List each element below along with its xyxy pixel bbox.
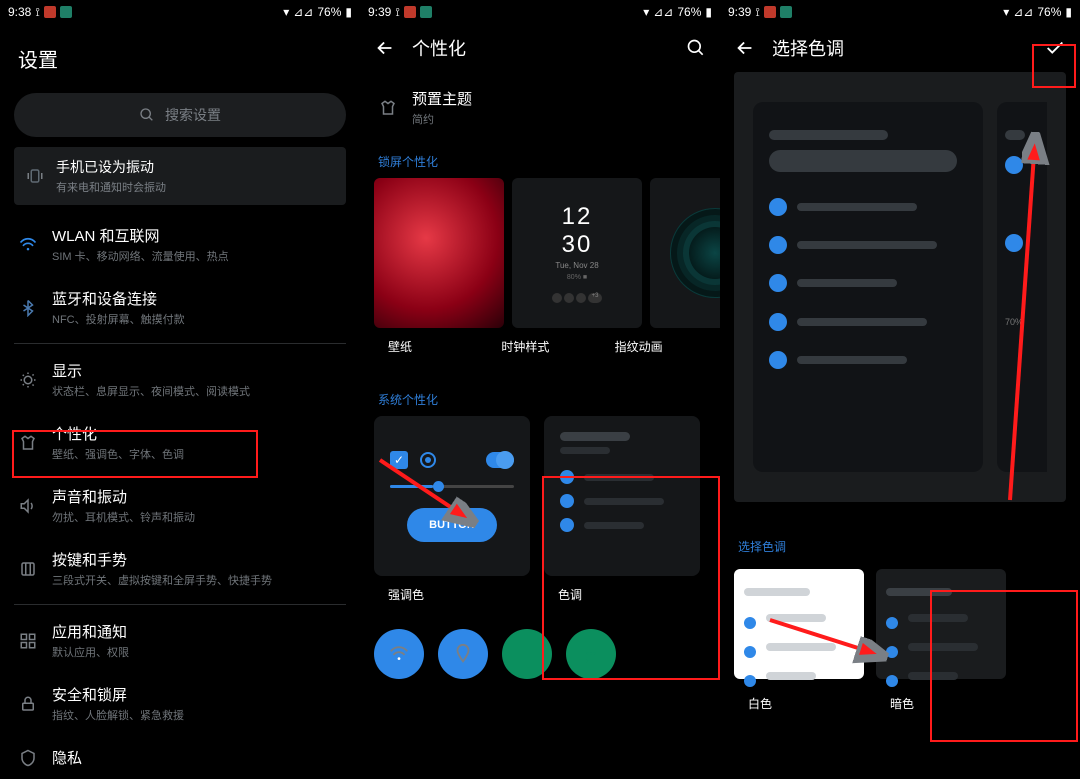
section-lockscreen: 锁屏个性化 — [360, 143, 720, 174]
card-wallpaper[interactable] — [374, 178, 504, 328]
search-icon[interactable] — [686, 38, 706, 58]
status-app-icon — [764, 6, 776, 18]
section-choose-tone: 选择色调 — [720, 528, 1080, 559]
row-privacy[interactable]: 隐私 — [0, 735, 360, 779]
battery-icon: ▮ — [705, 5, 712, 19]
personalize-screen: 9:39 ⟟ ▾ ⊿⊿ 76% ▮ 个性化 预置主题简约 锁屏个性化 12 30… — [360, 0, 720, 779]
clock: 9:39 — [368, 5, 391, 19]
lockscreen-cards: 12 30 Tue, Nov 28 80% ■ +3 — [360, 174, 720, 332]
wifi-icon: ▾ — [1003, 5, 1009, 19]
card-tone[interactable] — [544, 416, 700, 576]
page-title: 个性化 — [412, 35, 466, 61]
status-app-icon — [404, 6, 416, 18]
battery-icon: ▮ — [345, 5, 352, 19]
status-bar: 9:39 ⟟ ▾ ⊿⊿ 76% ▮ — [720, 0, 1080, 24]
sound-icon — [19, 497, 37, 515]
clock: 9:38 — [8, 5, 31, 19]
row-gesture[interactable]: 按键和手势三段式开关、虚拟按键和全屏手势、快捷手势 — [0, 537, 360, 600]
status-app-icon — [60, 6, 72, 18]
row-sound[interactable]: 声音和振动勿扰、耳机模式、铃声和振动 — [0, 474, 360, 537]
row-display[interactable]: 显示状态栏、息屏显示、夜间模式、阅读模式 — [0, 348, 360, 411]
location-icon: ⟟ — [755, 5, 759, 20]
row-security[interactable]: 安全和锁屏指纹、人脸解锁、紧急救援 — [0, 672, 360, 735]
tone-white[interactable] — [734, 569, 864, 679]
apps-icon — [19, 632, 37, 650]
card-fingerprint[interactable] — [650, 178, 720, 328]
battery-icon: ▮ — [1065, 5, 1072, 19]
top-bar: 个性化 — [360, 24, 720, 72]
signal-icon: ⊿⊿ — [1013, 5, 1033, 19]
row-apps[interactable]: 应用和通知默认应用、权限 — [0, 609, 360, 672]
app-circle-message[interactable] — [566, 629, 616, 679]
battery-pct: 76% — [317, 5, 341, 19]
battery-pct: 76% — [677, 5, 701, 19]
tone-screen: 9:39 ⟟ ▾ ⊿⊿ 76% ▮ 选择色调 — [720, 0, 1080, 779]
section-system: 系统个性化 — [360, 381, 720, 412]
shirt-icon — [19, 434, 37, 452]
search-icon — [139, 107, 155, 123]
shirt-icon — [379, 99, 397, 117]
location-icon: ⟟ — [395, 5, 399, 20]
tone-dark[interactable] — [876, 569, 1006, 679]
bluetooth-icon — [19, 299, 37, 317]
status-app-icon — [780, 6, 792, 18]
settings-screen: 9:38 ⟟ ▾ ⊿⊿ 76% ▮ 设置 搜索设置 手机已设为振动 有来电和通知… — [0, 0, 360, 779]
search-input[interactable]: 搜索设置 — [14, 93, 346, 137]
privacy-icon — [19, 749, 37, 767]
gesture-icon — [19, 560, 37, 578]
signal-icon: ⊿⊿ — [653, 5, 673, 19]
status-app-icon — [420, 6, 432, 18]
preview-pane: 70% — [734, 72, 1066, 502]
banner-title: 手机已设为振动 — [56, 157, 166, 177]
clock: 9:39 — [728, 5, 751, 19]
location-icon: ⟟ — [35, 5, 39, 20]
row-personalize[interactable]: 个性化壁纸、强调色、字体、色调 — [0, 411, 360, 474]
app-circle-phone[interactable] — [502, 629, 552, 679]
app-circle-wifi[interactable] — [374, 629, 424, 679]
card-accent[interactable]: ✓ BUTTON — [374, 416, 530, 576]
top-bar: 选择色调 — [720, 24, 1080, 72]
page-title: 设置 — [0, 24, 360, 83]
lock-icon — [19, 695, 37, 713]
banner-sub: 有来电和通知时会振动 — [56, 179, 166, 195]
status-bar: 9:38 ⟟ ▾ ⊿⊿ 76% ▮ — [0, 0, 360, 24]
back-icon[interactable] — [734, 37, 756, 59]
row-preset-theme[interactable]: 预置主题简约 — [360, 72, 720, 143]
display-icon — [19, 371, 37, 389]
vibrate-banner[interactable]: 手机已设为振动 有来电和通知时会振动 — [14, 147, 346, 205]
app-circle-location[interactable] — [438, 629, 488, 679]
back-icon[interactable] — [374, 37, 396, 59]
page-title: 选择色调 — [772, 35, 844, 61]
status-app-icon — [44, 6, 56, 18]
row-bluetooth[interactable]: 蓝牙和设备连接NFC、投射屏幕、触摸付款 — [0, 276, 360, 339]
check-icon[interactable] — [1044, 37, 1066, 59]
vibrate-icon — [26, 167, 44, 185]
wifi-icon: ▾ — [643, 5, 649, 19]
status-bar: 9:39 ⟟ ▾ ⊿⊿ 76% ▮ — [360, 0, 720, 24]
row-wlan[interactable]: WLAN 和互联网SIM 卡、移动网络、流量使用、热点 — [0, 213, 360, 276]
card-clockstyle[interactable]: 12 30 Tue, Nov 28 80% ■ +3 — [512, 178, 642, 328]
search-placeholder: 搜索设置 — [165, 105, 221, 125]
wifi-icon: ▾ — [283, 5, 289, 19]
phone-preview — [753, 102, 983, 472]
battery-pct: 76% — [1037, 5, 1061, 19]
wifi-icon — [18, 235, 38, 255]
sample-button: BUTTON — [407, 508, 497, 542]
signal-icon: ⊿⊿ — [293, 5, 313, 19]
